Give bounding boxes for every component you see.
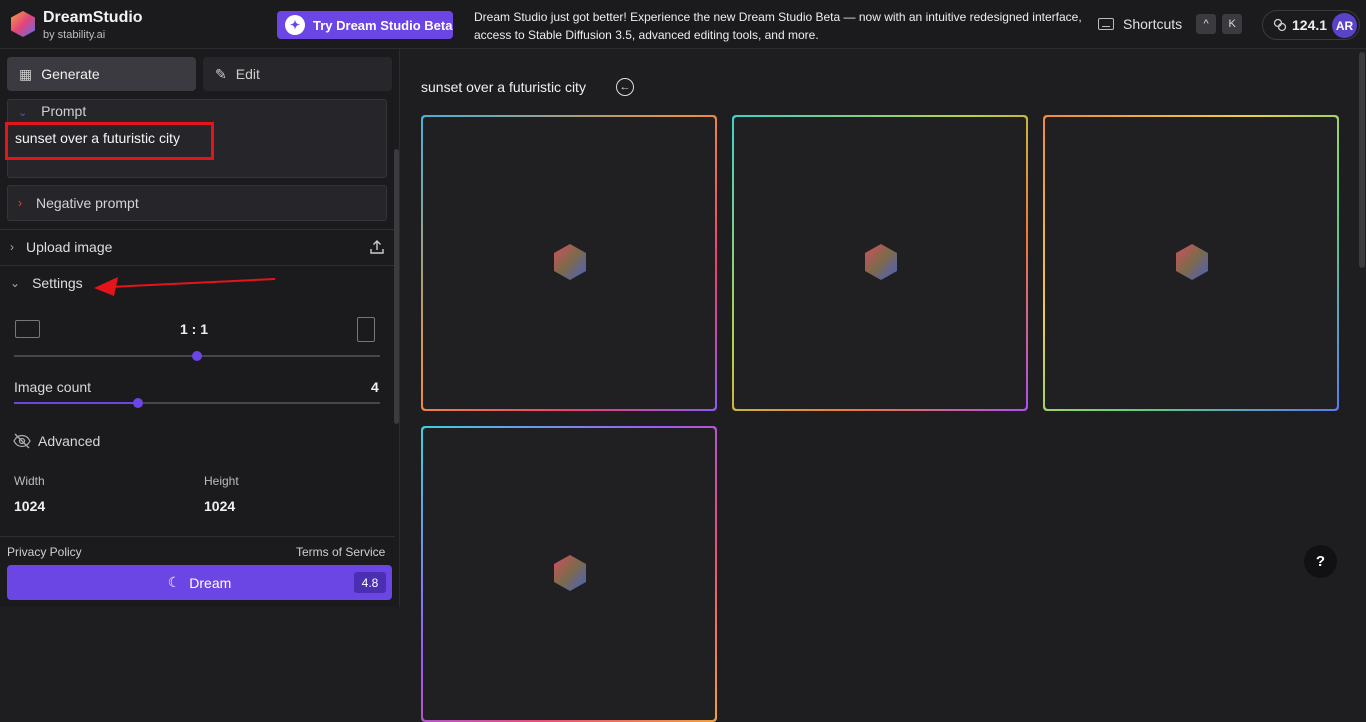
key-ctrl: ^ xyxy=(1196,14,1217,34)
dream-button[interactable]: ☾ Dream 4.8 xyxy=(7,565,392,600)
divider xyxy=(0,229,395,230)
chevron-down-icon: ⌄ xyxy=(18,107,28,119)
image-count-slider[interactable] xyxy=(14,398,380,408)
negative-prompt-label: Negative prompt xyxy=(36,195,139,211)
dream-cost-badge: 4.8 xyxy=(354,572,386,593)
brand-subtitle: by stability.ai xyxy=(43,29,106,41)
image-count-value: 4 xyxy=(371,379,379,395)
dream-label: Dream xyxy=(189,574,232,591)
loading-hexagon-icon xyxy=(865,244,897,280)
image-card-1[interactable] xyxy=(421,115,717,411)
tab-edit[interactable]: ✎ Edit xyxy=(203,57,392,91)
image-count-slider-fill xyxy=(14,402,139,404)
image-count-slider-knob[interactable] xyxy=(133,398,144,408)
width-label: Width xyxy=(14,474,45,488)
sidebar: ▦ Generate ✎ Edit ⌄ Prompt sunset over a… xyxy=(0,49,400,607)
chevron-right-icon: › xyxy=(10,240,14,254)
tab-generate-label: Generate xyxy=(41,66,100,82)
settings-row[interactable]: ⌄ Settings xyxy=(10,275,83,291)
top-bar: DreamStudio by stability.ai ✦ Try Dream … xyxy=(0,0,1366,49)
back-arrow-icon[interactable]: ← xyxy=(616,78,634,96)
sidebar-scrollbar[interactable] xyxy=(394,149,399,424)
chevron-down-icon: ⌄ xyxy=(10,276,21,290)
shortcuts-label: Shortcuts xyxy=(1123,16,1183,32)
try-beta-label: Try Dream Studio Beta xyxy=(313,17,453,33)
aspect-ratio-slider[interactable] xyxy=(14,351,380,361)
privacy-policy-link[interactable]: Privacy Policy xyxy=(7,545,82,559)
terms-of-service-link[interactable]: Terms of Service xyxy=(296,545,385,559)
prompt-label: Prompt xyxy=(41,103,87,119)
height-value[interactable]: 1024 xyxy=(204,498,235,514)
shortcuts-button[interactable]: Shortcuts ^ K xyxy=(1098,14,1243,34)
chevron-right-icon: › xyxy=(18,196,22,210)
prompt-input[interactable]: sunset over a futuristic city xyxy=(5,122,214,160)
prompt-header[interactable]: ⌄ Prompt xyxy=(18,103,86,119)
settings-label: Settings xyxy=(32,275,83,291)
try-beta-button[interactable]: ✦ Try Dream Studio Beta xyxy=(277,11,453,39)
help-button[interactable]: ? xyxy=(1304,545,1337,578)
loading-hexagon-icon xyxy=(1176,244,1208,280)
edit-icon: ✎ xyxy=(215,65,227,82)
announcement-text: Dream Studio just got better! Experience… xyxy=(474,10,1082,42)
keyboard-icon xyxy=(1098,18,1114,30)
main-scrollbar[interactable] xyxy=(1359,52,1365,268)
key-k: K xyxy=(1222,14,1243,34)
negative-prompt-panel[interactable]: › Negative prompt xyxy=(7,185,387,221)
portrait-ratio-icon[interactable] xyxy=(357,317,375,342)
grid-icon: ▦ xyxy=(19,65,33,82)
moon-icon: ☾ xyxy=(167,574,181,590)
aspect-ratio-value: 1 : 1 xyxy=(180,321,209,337)
loading-hexagon-icon xyxy=(554,244,586,280)
advanced-label[interactable]: Advanced xyxy=(38,433,100,449)
credits-value: 124.1 xyxy=(1292,17,1328,33)
page-title: sunset over a futuristic city xyxy=(421,79,586,95)
brand-name: DreamStudio xyxy=(43,9,143,26)
credits-icon xyxy=(1273,18,1287,32)
height-label: Height xyxy=(204,474,239,488)
upload-image-row[interactable]: › Upload image xyxy=(10,239,112,255)
tab-generate[interactable]: ▦ Generate xyxy=(7,57,196,91)
loading-hexagon-icon xyxy=(554,555,586,591)
image-card-2[interactable] xyxy=(732,115,1028,411)
avatar[interactable]: AR xyxy=(1332,13,1357,38)
image-count-label: Image count xyxy=(14,379,92,395)
divider xyxy=(0,536,395,537)
tab-edit-label: Edit xyxy=(235,66,260,82)
landscape-ratio-icon[interactable] xyxy=(15,320,40,338)
image-card-4[interactable] xyxy=(421,426,717,722)
annotation-arrow xyxy=(94,277,276,296)
aspect-ratio-slider-knob[interactable] xyxy=(192,351,202,361)
upload-icon[interactable] xyxy=(369,239,385,255)
eye-off-icon[interactable] xyxy=(13,433,31,449)
credits-badge[interactable]: 124.1 AR xyxy=(1262,10,1360,40)
divider xyxy=(0,265,395,266)
upload-image-label: Upload image xyxy=(26,239,113,255)
image-card-3[interactable] xyxy=(1043,115,1339,411)
dreamstudio-logo-icon[interactable] xyxy=(9,10,37,38)
beta-logo-icon: ✦ xyxy=(285,15,305,35)
width-value[interactable]: 1024 xyxy=(14,498,45,514)
